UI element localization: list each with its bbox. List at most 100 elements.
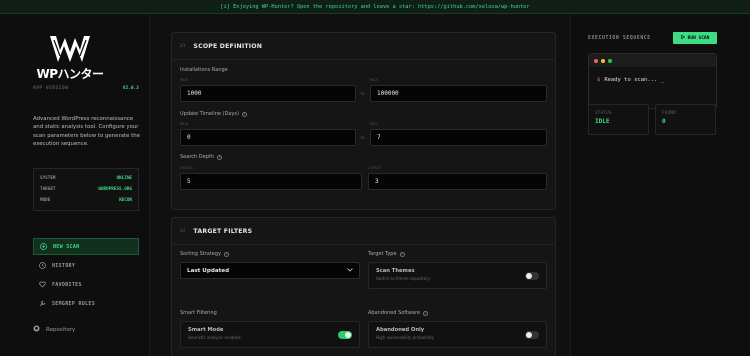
close-dot-icon <box>594 58 598 63</box>
clock-icon <box>39 262 46 269</box>
repository-link[interactable]: Repository <box>33 325 75 334</box>
app-version-value: V2.0.2 <box>122 86 139 91</box>
scope-definition-card: 01 SCOPE DEFINITION Installations Range … <box>171 32 556 210</box>
scan-themes-option[interactable]: Scan Themes Switch to theme repository <box>368 262 547 289</box>
installations-max-label: MAX <box>370 77 379 82</box>
heart-icon <box>39 281 46 288</box>
mode-value: RECON <box>119 198 132 203</box>
chevron-down-icon <box>347 267 353 274</box>
plus-circle-icon <box>40 243 47 250</box>
timeline-label: Update Timeline (Days) i <box>180 111 247 117</box>
sidebar-item-label: NEW SCAN <box>53 243 80 250</box>
timeline-max-input[interactable]: 7 <box>370 129 547 146</box>
found-label: FOUND <box>662 110 677 115</box>
installations-range-label: Installations Range <box>180 67 228 73</box>
timeline-text: Update Timeline (Days) <box>180 111 239 117</box>
github-icon <box>33 325 40 334</box>
to-label: TO <box>360 91 365 96</box>
limit-input[interactable]: 3 <box>368 173 547 190</box>
installations-max-input[interactable]: 100000 <box>370 85 547 102</box>
card-number: 02 <box>180 228 186 234</box>
sidebar-item-semgrep-rules[interactable]: SEMGREP RULES <box>33 295 139 312</box>
smart-mode-title: Smart Mode <box>188 327 224 333</box>
abandoned-only-title: Abandoned Only <box>376 327 425 333</box>
system-key: SYSTEM <box>40 176 56 181</box>
execution-title: EXECUTION SEQUENCE <box>588 36 651 41</box>
app-version-row: APP VERSION V2.0.2 <box>33 86 139 91</box>
sidebar-item-new-scan[interactable]: NEW SCAN <box>33 238 139 255</box>
run-scan-button[interactable]: RUN SCAN <box>673 32 717 44</box>
smart-mode-toggle[interactable] <box>338 331 352 339</box>
limit-label: LIMIT <box>368 165 382 170</box>
sidebar-nav: NEW SCAN HISTORY FAVORITES SEMGREP RULES <box>33 238 139 314</box>
target-key: TARGET <box>40 187 56 192</box>
timeline-min-input[interactable]: 0 <box>180 129 356 146</box>
run-scan-label: RUN SCAN <box>687 35 710 41</box>
search-depth-text: Search Depth <box>180 154 214 160</box>
abandoned-software-label: Abandoned Software i <box>368 310 429 316</box>
status-card: STATUS IDLE <box>588 104 649 135</box>
scan-themes-title: Scan Themes <box>376 268 415 274</box>
installations-min-input[interactable]: 1000 <box>180 85 356 102</box>
info-icon[interactable]: i <box>224 251 229 257</box>
card-header: 01 SCOPE DEFINITION <box>172 33 555 60</box>
card-title: TARGET FILTERS <box>193 227 253 235</box>
sorting-strategy-value: Last Updated <box>187 267 230 274</box>
banner-text[interactable]: [i] Enjoying WP-Hunter? Open the reposit… <box>220 4 529 10</box>
sidebar-item-label: HISTORY <box>52 262 76 269</box>
sorting-strategy-select[interactable]: Last Updated <box>180 262 360 279</box>
top-banner[interactable]: [i] Enjoying WP-Hunter? Open the reposit… <box>0 0 750 14</box>
info-icon[interactable]: i <box>241 111 247 117</box>
terminal-line: $ Ready to scan... _ <box>597 77 664 83</box>
found-card: FOUND 0 <box>655 104 716 135</box>
target-value: WORDPRESS.ORG <box>98 187 132 192</box>
target-filters-card: 02 TARGET FILTERS Sorting Strategy i Las… <box>171 217 556 356</box>
search-depth-label: Search Depth i <box>180 154 222 160</box>
system-row: SYSTEM ONLINE <box>40 173 132 184</box>
system-value: ONLINE <box>116 176 132 181</box>
sorting-strategy-text: Sorting Strategy <box>180 251 221 257</box>
card-header: 02 TARGET FILTERS <box>172 218 555 245</box>
status-value: IDLE <box>595 118 610 125</box>
mode-key: MODE <box>40 198 51 203</box>
sidebar: WPハンター APP VERSION V2.0.2 Advanced WordP… <box>0 14 150 356</box>
main-panel: 01 SCOPE DEFINITION Installations Range … <box>150 14 570 356</box>
sidebar-item-label: SEMGREP RULES <box>52 300 96 307</box>
installations-range-text: Installations Range <box>180 67 228 73</box>
terminal-output: $ Ready to scan... _ <box>588 53 717 109</box>
smart-mode-option[interactable]: Smart Mode Heuristic analysis enabled <box>180 321 360 348</box>
smart-filtering-text: Smart Filtering <box>180 310 217 316</box>
scan-themes-desc: Switch to theme repository <box>376 276 431 281</box>
status-label: STATUS <box>595 110 612 115</box>
sidebar-item-history[interactable]: HISTORY <box>33 257 139 274</box>
maximize-dot-icon <box>608 58 612 63</box>
target-row: TARGET WORDPRESS.ORG <box>40 184 132 195</box>
info-icon[interactable]: i <box>423 310 429 316</box>
app-version-label: APP VERSION <box>33 86 69 91</box>
repository-label: Repository <box>46 326 76 333</box>
abandoned-only-toggle[interactable] <box>525 331 539 339</box>
app-logo: WPハンター <box>34 32 106 82</box>
app-description: Advanced WordPress reconnaissance and st… <box>33 116 140 148</box>
logo-text: WPハンター <box>36 67 104 81</box>
target-type-text: Target Type <box>368 251 397 257</box>
system-status-box: SYSTEM ONLINE TARGET WORDPRESS.ORG MODE … <box>33 168 139 211</box>
target-type-label: Target Type i <box>368 251 405 257</box>
sorting-strategy-label: Sorting Strategy i <box>180 251 229 257</box>
wrench-icon <box>39 300 46 307</box>
installations-min-label: MIN <box>180 77 189 82</box>
to-label: TO <box>360 135 365 140</box>
smart-mode-desc: Heuristic analysis enabled <box>188 335 241 340</box>
abandoned-only-desc: High vulnerability probability <box>376 335 434 340</box>
scan-themes-toggle[interactable] <box>525 272 539 280</box>
sidebar-item-favorites[interactable]: FAVORITES <box>33 276 139 293</box>
play-icon <box>680 34 685 41</box>
info-icon[interactable]: i <box>399 251 405 257</box>
abandoned-only-option[interactable]: Abandoned Only High vulnerability probab… <box>368 321 547 348</box>
pages-input[interactable]: 5 <box>180 173 362 190</box>
terminal-text: Ready to scan... _ <box>604 77 664 83</box>
card-title: SCOPE DEFINITION <box>193 42 263 50</box>
info-icon[interactable]: i <box>217 154 222 160</box>
smart-filtering-label: Smart Filtering <box>180 310 217 316</box>
found-value: 0 <box>662 118 666 125</box>
